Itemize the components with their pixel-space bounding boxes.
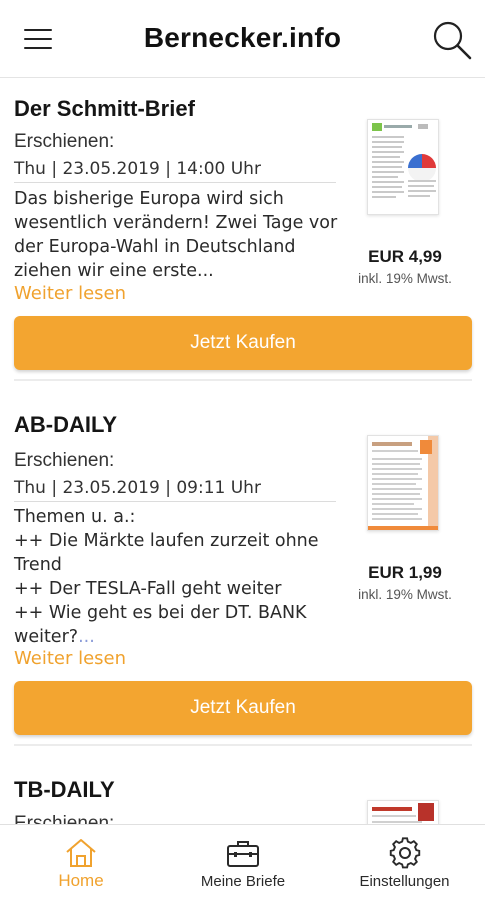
app-title: Bernecker.info xyxy=(143,22,342,53)
nav-einstellungen-label: Einstellungen xyxy=(359,873,450,890)
vat-note: inkl. 19% Mwst. xyxy=(358,271,452,286)
gear-icon xyxy=(389,837,420,869)
app-header: Bernecker.info xyxy=(0,0,485,78)
read-more-link[interactable]: Weiter lesen xyxy=(14,283,126,304)
newsletter-cover-thumbnail[interactable] xyxy=(367,435,439,531)
item-description: Das bisherige Europa wird sich wesentlic… xyxy=(14,189,338,281)
published-label: Erschienen: xyxy=(14,131,115,152)
card-divider xyxy=(14,744,472,746)
item-price: EUR 1,99 xyxy=(368,563,442,582)
item-title[interactable]: TB-DAILY xyxy=(14,777,115,803)
published-date: Thu | 23.05.2019 | 09:11 Uhr xyxy=(14,478,336,502)
card-divider xyxy=(14,379,472,381)
buy-now-button[interactable]: Jetzt Kaufen xyxy=(14,316,472,370)
item-description-text: Themen u. a.: ++ Die Märkte laufen zurze… xyxy=(14,507,319,647)
item-title[interactable]: AB-DAILY xyxy=(14,412,117,438)
nav-meine-briefe-label: Meine Briefe xyxy=(200,873,286,890)
item-title[interactable]: Der Schmitt-Brief xyxy=(14,96,195,122)
home-icon xyxy=(66,839,96,867)
published-label: Erschienen: xyxy=(14,813,115,824)
item-description: Themen u. a.: ++ Die Märkte laufen zurze… xyxy=(14,505,344,649)
newsletter-list[interactable]: Der Schmitt-Brief Erschienen: Thu | 23.0… xyxy=(0,79,485,824)
nav-meine-briefe[interactable]: Meine Briefe xyxy=(162,825,324,900)
vat-note: inkl. 19% Mwst. xyxy=(358,587,452,602)
read-more-link[interactable]: Weiter lesen xyxy=(14,648,126,669)
briefcase-icon xyxy=(227,841,259,867)
buy-now-button[interactable]: Jetzt Kaufen xyxy=(14,681,472,735)
nav-einstellungen[interactable]: Einstellungen xyxy=(324,825,485,900)
newsletter-cover-thumbnail[interactable] xyxy=(367,800,439,824)
search-icon[interactable] xyxy=(430,18,474,62)
nav-home-label: Home xyxy=(58,871,104,890)
published-label: Erschienen: xyxy=(14,450,115,471)
nav-home[interactable]: Home xyxy=(0,825,162,900)
bottom-navigation: Home Meine Briefe Einstellungen xyxy=(0,824,485,900)
description-ellipsis: ... xyxy=(78,627,95,647)
published-date: Thu | 23.05.2019 | 14:00 Uhr xyxy=(14,159,336,183)
item-price: EUR 4,99 xyxy=(368,247,442,266)
newsletter-cover-thumbnail[interactable] xyxy=(367,119,439,215)
